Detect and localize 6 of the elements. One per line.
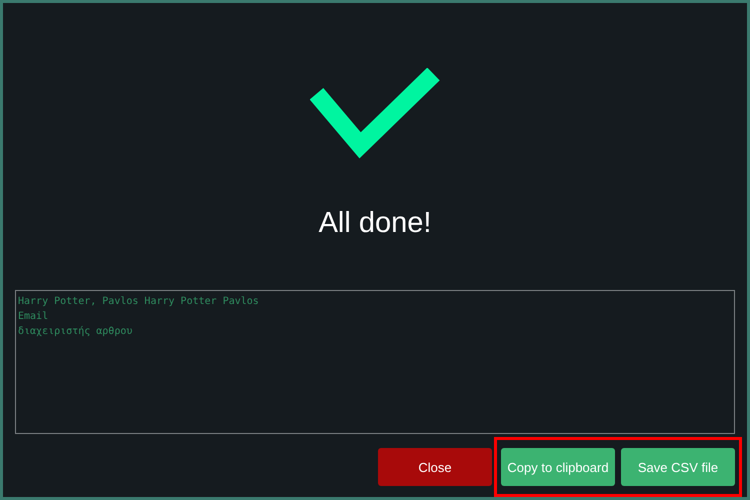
close-button[interactable]: Close	[378, 448, 492, 486]
output-field[interactable]: Harry Potter, Pavlos Harry Potter Pavlos Email διαχειριστής αρθρου	[15, 290, 735, 434]
action-button[interactable]: Save CSV file	[621, 448, 735, 486]
action-button[interactable]: Copy to clipboard	[501, 448, 615, 486]
status-title: All done!	[318, 207, 432, 240]
checkmark-icon	[310, 68, 440, 160]
